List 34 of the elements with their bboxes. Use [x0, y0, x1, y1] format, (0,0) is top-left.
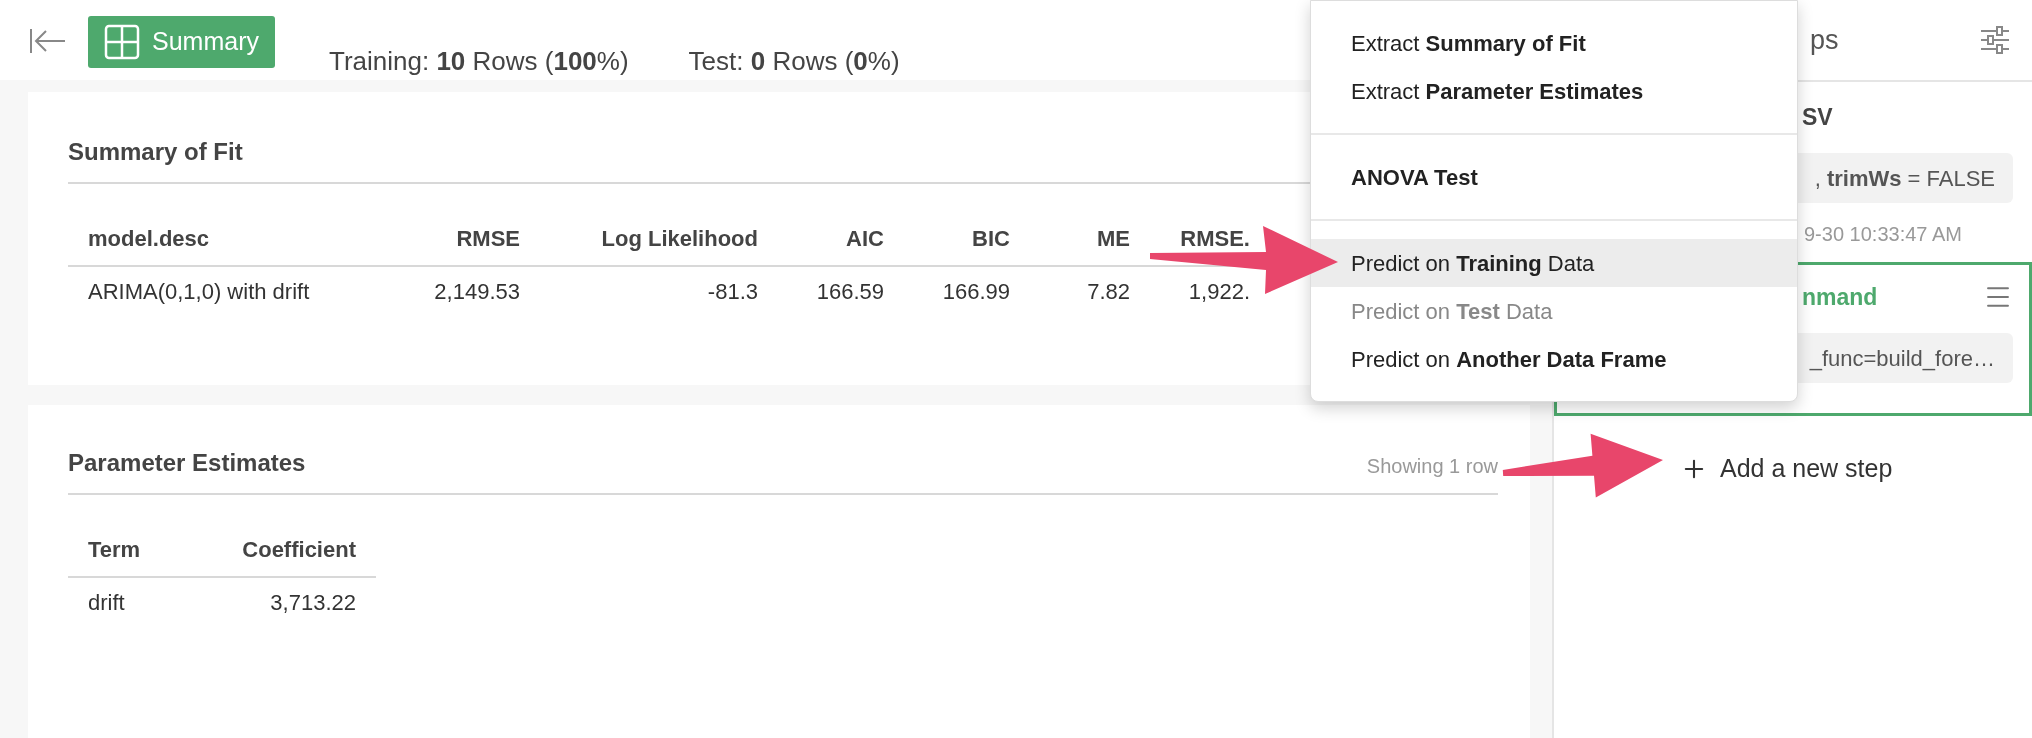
column-header: Term: [68, 523, 168, 577]
table-cell: 1,922.: [1150, 266, 1270, 316]
training-rows-text: Training: 10 Rows (100%): [328, 45, 629, 78]
column-header: RMSE: [380, 212, 540, 266]
menu-item[interactable]: Extract Parameter Estimates: [1311, 67, 1797, 115]
step-title: SV: [1802, 102, 1833, 132]
table-cell: 166.99: [904, 266, 1030, 316]
step-timestamp: 9-30 10:33:47 AM: [1803, 222, 1963, 247]
column-header: model.desc: [68, 212, 380, 266]
collapse-left-icon[interactable]: [30, 28, 66, 54]
menu-item[interactable]: Predict on Training Data: [1311, 239, 1797, 287]
row-count-text: Showing 1 row: [1366, 454, 1498, 479]
column-header: Log Likelihood: [540, 212, 778, 266]
add-step-button[interactable]: Add a new step: [1680, 450, 1893, 488]
column-header: RMSE.: [1150, 212, 1270, 266]
panel-title: ps: [1810, 23, 1839, 57]
menu-item[interactable]: Extract Summary of Fit: [1311, 19, 1797, 67]
column-header: AIC: [778, 212, 904, 266]
table-cell: 7.82: [1030, 266, 1150, 316]
column-header: Coefficient: [168, 523, 376, 577]
sliders-icon[interactable]: [1980, 26, 2010, 54]
table-icon: [104, 24, 140, 60]
table-cell: 166.59: [778, 266, 904, 316]
table-cell: drift: [68, 577, 168, 627]
section-title: Summary of Fit: [68, 138, 243, 165]
table-cell: 3,713.22: [168, 577, 376, 627]
step-title: nmand: [1802, 282, 1878, 312]
section-title: Parameter Estimates: [68, 448, 306, 478]
test-rows-text: Test: 0 Rows (0%): [688, 45, 900, 78]
column-header: ME: [1030, 212, 1150, 266]
table-cell: ARIMA(0,1,0) with drift: [68, 266, 380, 316]
column-header: BIC: [904, 212, 1030, 266]
table-cell: -81.3: [540, 266, 778, 316]
table-cell: 2,149.53: [380, 266, 540, 316]
